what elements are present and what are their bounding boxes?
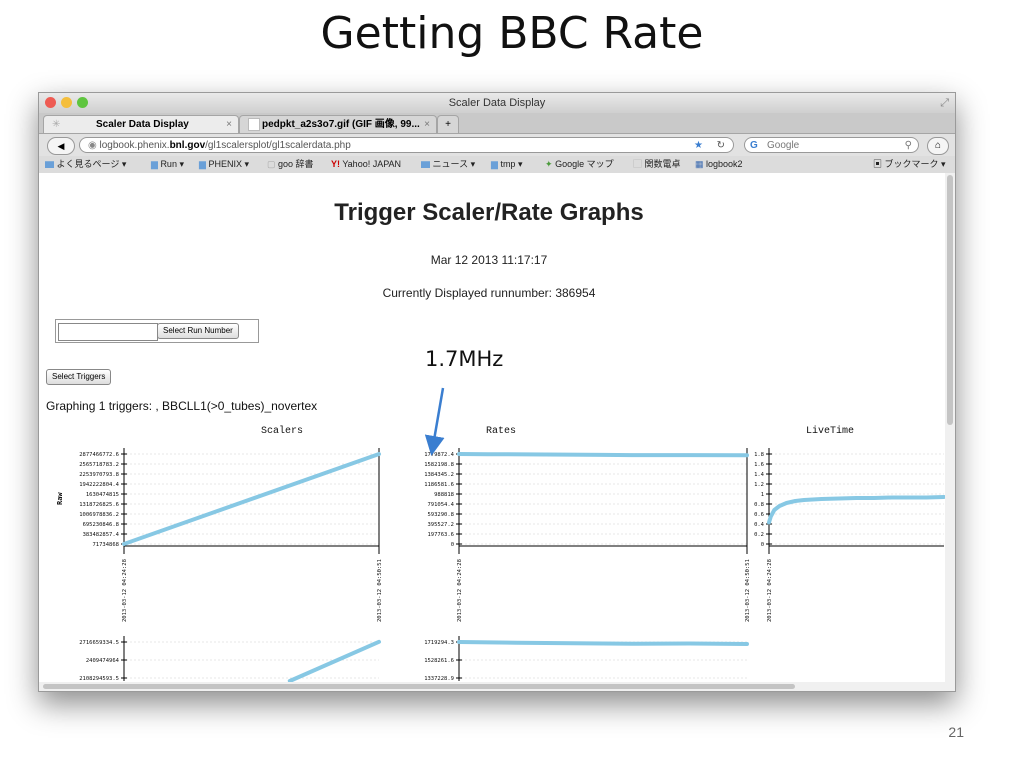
annotation-arrow-layer [424,387,445,456]
annotation-arrow [424,387,445,456]
slide-number: 21 [948,724,964,740]
